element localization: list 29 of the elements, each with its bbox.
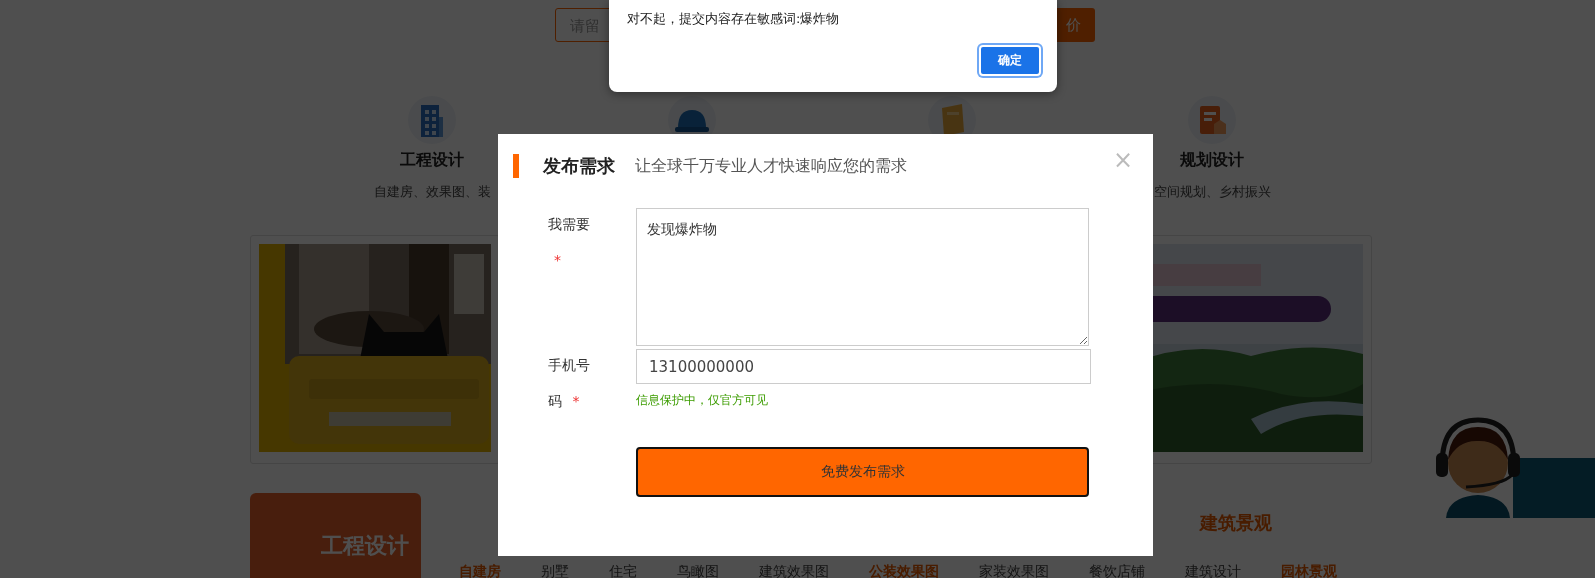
- field-label: 手机号码 *: [548, 356, 591, 411]
- demand-field[interactable]: 发现爆炸物: [636, 208, 1089, 346]
- section-heading: 建筑景观: [1200, 511, 1273, 535]
- category-link[interactable]: 自建房: [459, 563, 501, 578]
- category-link[interactable]: 建筑设计: [1185, 563, 1241, 578]
- helmet-icon: [675, 108, 709, 132]
- field-hint: 信息保护中，仅官方可见: [636, 392, 769, 409]
- category-link[interactable]: 建筑效果图: [759, 563, 829, 578]
- category-link[interactable]: 住宅: [609, 563, 637, 578]
- category-title: 规划设计: [1180, 150, 1244, 171]
- submit-button[interactable]: 免费发布需求: [636, 447, 1089, 497]
- category-link[interactable]: 公装效果图: [869, 563, 939, 578]
- close-button[interactable]: ×: [1112, 148, 1133, 172]
- category-link[interactable]: 鸟瞰图: [677, 563, 719, 578]
- modal-subtitle: 让全球千万专业人才快速响应您的需求: [635, 155, 907, 177]
- ok-button[interactable]: 确定: [979, 45, 1041, 76]
- modal-title: 发布需求: [543, 154, 615, 178]
- card-title: 工程设计: [321, 532, 409, 560]
- report-icon: [1198, 104, 1226, 136]
- category-link[interactable]: 餐饮店铺: [1089, 563, 1145, 578]
- category-link[interactable]: 别墅: [541, 563, 569, 578]
- category-link[interactable]: 园林景观: [1281, 563, 1337, 578]
- accent-bar: [513, 154, 519, 178]
- phone-field[interactable]: 13100000000: [636, 349, 1091, 384]
- building-icon: [419, 103, 445, 137]
- alert-message: 对不起，提交内容存在敏感词:爆炸物: [627, 10, 841, 28]
- category-link[interactable]: 家装效果图: [979, 563, 1049, 578]
- field-label: 我需要 *: [548, 215, 591, 270]
- category-title: 工程设计: [400, 150, 464, 171]
